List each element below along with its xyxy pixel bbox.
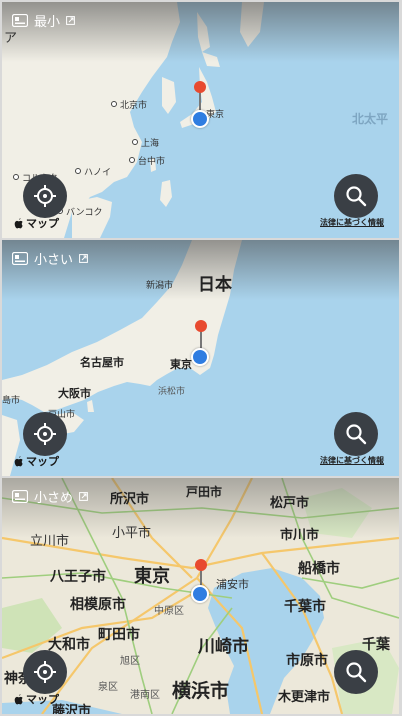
map-label-sea: 北太平 xyxy=(352,112,389,126)
widget-header: 最小 xyxy=(12,11,75,30)
map-label-city: 千葉市 xyxy=(284,599,326,615)
widget-icon xyxy=(12,13,28,27)
map-label-city: 島市 xyxy=(2,396,21,406)
location-crosshair-icon xyxy=(34,661,56,683)
apple-logo-icon xyxy=(14,693,23,704)
legal-link[interactable]: 法律に基づく情報 xyxy=(320,217,384,228)
external-link-icon xyxy=(79,491,88,501)
map-label-city: ハノイ xyxy=(74,165,111,178)
user-location-dot-icon xyxy=(191,348,209,366)
magnifier-icon xyxy=(346,186,367,207)
map-label-district: 泉区 xyxy=(98,682,118,693)
map-label-city: 立川市 xyxy=(30,534,70,549)
apple-maps-brand: マップ xyxy=(14,215,59,231)
map-label-city: 八王子市 xyxy=(50,569,106,585)
map-label-city: 大和市 xyxy=(48,637,90,653)
brand-label: マップ xyxy=(26,693,59,706)
widget-size-label: 小さい xyxy=(34,252,74,268)
map-label-city: 戸田市 xyxy=(186,485,223,499)
map-label-district: 港南区 xyxy=(130,690,160,701)
apple-logo-icon xyxy=(14,217,23,228)
current-location-button[interactable] xyxy=(23,412,67,456)
external-link-icon xyxy=(66,15,75,25)
map-label-city: バンコク xyxy=(56,205,102,218)
magnifier-icon xyxy=(346,424,367,445)
map-label-city: 市原市 xyxy=(286,653,328,669)
map-label-city: 浜松市 xyxy=(158,387,186,397)
widget-size-label: 小さめ xyxy=(34,490,74,506)
user-location-dot-icon xyxy=(191,110,209,128)
apple-maps-brand: マップ xyxy=(14,691,59,707)
user-location-dot-icon xyxy=(191,585,209,603)
map-label-city: 東京 xyxy=(170,358,192,371)
widget-icon xyxy=(12,489,28,503)
map-label-city: 所沢市 xyxy=(110,492,150,507)
current-location-button[interactable] xyxy=(23,650,67,694)
map-label-city: 市川市 xyxy=(280,528,320,543)
widget-size-label: 最小 xyxy=(34,14,61,30)
search-button[interactable] xyxy=(334,412,378,456)
map-label-city: 横浜市 xyxy=(172,680,230,702)
map-label-city: 浦安市 xyxy=(216,578,249,591)
magnifier-icon xyxy=(346,662,367,683)
map-label-city: 川崎市 xyxy=(198,637,249,657)
brand-label: マップ xyxy=(26,217,59,230)
map-label-city: 上海 xyxy=(131,136,159,149)
map-label-district: 中原区 xyxy=(154,606,184,617)
search-button[interactable] xyxy=(334,650,378,694)
map-label-city: 北京市 xyxy=(110,98,147,111)
map-label-city: 船橋市 xyxy=(298,561,340,577)
map-label-country: 日本 xyxy=(198,275,232,295)
map-label-city: 町田市 xyxy=(98,627,140,643)
map-label-city: 東京 xyxy=(134,566,170,587)
map-label-city: 大阪市 xyxy=(58,387,91,400)
widget-icon xyxy=(12,251,28,265)
map-label-district: 旭区 xyxy=(120,656,140,667)
map-label-city: 新潟市 xyxy=(146,281,174,291)
map-widget-compact[interactable]: 小さめ 所沢市 戸田市 松戸市 立川市 小平市 市川市 八王子市 東京 浦安市 … xyxy=(2,478,399,714)
apple-logo-icon xyxy=(14,455,23,466)
map-label-city: 相模原市 xyxy=(70,597,126,613)
map-label-city: 松戸市 xyxy=(270,496,310,511)
map-widget-smallest[interactable]: 最小 ア 北京市 東京 上海 台中市 ハノイ コルカタ バンコク 北太平 マップ xyxy=(2,2,399,238)
external-link-icon xyxy=(79,253,88,263)
map-label-city: 千葉 xyxy=(362,637,390,653)
widget-header: 小さめ xyxy=(12,487,88,506)
current-location-button[interactable] xyxy=(23,174,67,218)
map-label-city: 名古屋市 xyxy=(80,356,124,369)
legal-link[interactable]: 法律に基づく情報 xyxy=(320,455,384,466)
map-label-city: 台中市 xyxy=(128,154,165,167)
search-button[interactable] xyxy=(334,174,378,218)
brand-label: マップ xyxy=(26,455,59,468)
map-label: ア xyxy=(4,31,18,46)
map-widget-small[interactable]: 小さい 新潟市 日本 名古屋市 東京 大阪市 浜松市 島市 戸山市 マップ 法律… xyxy=(2,240,399,476)
map-label-city: 木更津市 xyxy=(278,690,331,705)
apple-maps-brand: マップ xyxy=(14,453,59,469)
location-crosshair-icon xyxy=(34,185,56,207)
location-crosshair-icon xyxy=(34,423,56,445)
map-label-city: 小平市 xyxy=(112,526,152,541)
widget-header: 小さい xyxy=(12,249,88,268)
